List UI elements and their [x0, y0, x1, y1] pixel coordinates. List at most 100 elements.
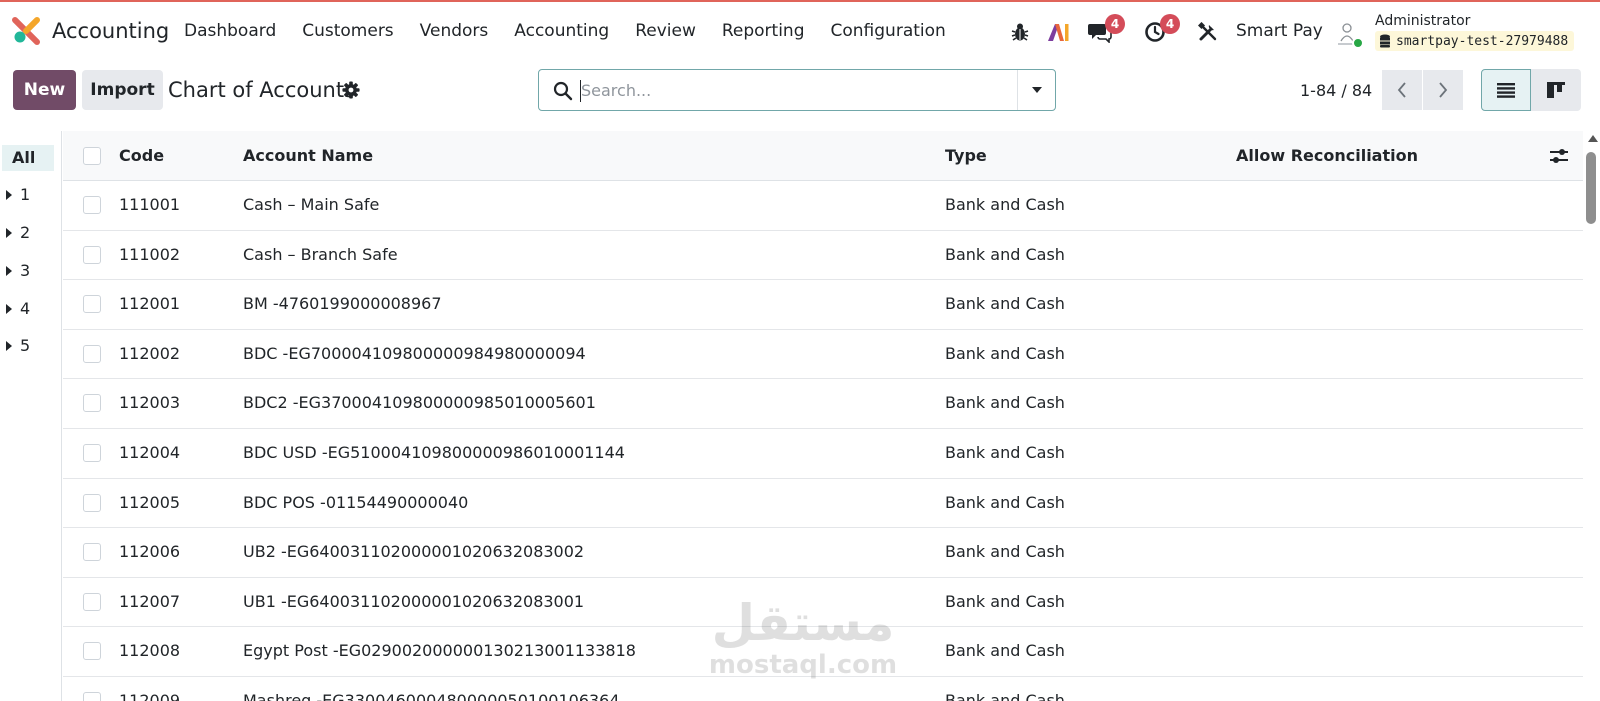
sidebar-group-1[interactable]: 1	[6, 185, 30, 204]
database-name: smartpay-test-27979488	[1396, 33, 1569, 49]
caret-right-icon	[6, 227, 12, 238]
sidebar-group-2[interactable]: 2	[6, 223, 30, 242]
table-row[interactable]: 112006 UB2 -EG640031102000001020632083002…	[63, 528, 1583, 578]
menu-dashboard[interactable]: Dashboard	[184, 21, 276, 41]
cell-account-name: BDC USD -EG510004109800000986010001144	[243, 443, 625, 462]
search-icon	[553, 81, 573, 101]
list-view-button[interactable]	[1481, 69, 1531, 111]
import-button[interactable]: Import	[82, 70, 163, 110]
cell-account-name: Cash – Branch Safe	[243, 244, 398, 264]
menu-customers[interactable]: Customers	[302, 21, 393, 41]
caret-right-icon	[6, 265, 12, 276]
table-row[interactable]: 112003 BDC2 -EG37000410980000098501000560…	[63, 379, 1583, 429]
new-button[interactable]: New	[13, 70, 76, 110]
pager-next-button[interactable]	[1423, 70, 1463, 110]
ai-button[interactable]	[1044, 14, 1072, 50]
pager-value[interactable]: 1-84 / 84	[1300, 81, 1372, 100]
menu-accounting[interactable]: Accounting	[514, 21, 609, 41]
column-header-type[interactable]: Type	[945, 146, 987, 165]
menu-vendors[interactable]: Vendors	[420, 21, 489, 41]
table-row[interactable]: 112004 BDC USD -EG51000410980000098601000…	[63, 429, 1583, 479]
scroll-up-arrow[interactable]	[1588, 135, 1598, 142]
database-icon	[1380, 34, 1390, 48]
cell-type: Bank and Cash	[945, 195, 1065, 214]
menu-reporting[interactable]: Reporting	[722, 21, 805, 41]
online-status-dot	[1352, 37, 1364, 49]
search-bar	[538, 69, 1056, 111]
table-row[interactable]: 112001 BM -4760199000008967 Bank and Cash	[63, 280, 1583, 330]
company-switcher[interactable]: Smart Pay	[1236, 21, 1323, 41]
messages-count-badge: 4	[1105, 14, 1125, 34]
cell-code: 112008	[119, 641, 181, 661]
table-row[interactable]: 112007 UB1 -EG640031102000001020632083001…	[63, 577, 1583, 628]
table-row[interactable]: 112002 BDC -EG700004109800000984980000094…	[63, 329, 1583, 380]
cell-code: 112002	[119, 343, 181, 363]
row-checkbox[interactable]	[83, 394, 101, 413]
gear-icon[interactable]	[342, 81, 360, 99]
row-checkbox[interactable]	[83, 295, 101, 314]
activities-button[interactable]: 4	[1140, 14, 1180, 50]
table-row[interactable]: 111001 Cash – Main Safe Bank and Cash	[63, 181, 1583, 231]
row-checkbox[interactable]	[83, 642, 101, 661]
row-checkbox[interactable]	[83, 344, 101, 363]
table-row[interactable]: 112008 Egypt Post -EG02900200000013021300…	[63, 627, 1583, 677]
app-logo-icon[interactable]	[12, 17, 40, 45]
row-checkbox[interactable]	[83, 245, 101, 264]
cell-type: Bank and Cash	[945, 443, 1065, 462]
sidebar-group-label: 4	[20, 299, 31, 318]
cell-account-name: Cash – Main Safe	[243, 195, 380, 214]
vertical-scrollbar-thumb[interactable]	[1586, 152, 1596, 224]
database-tag: smartpay-test-27979488	[1375, 31, 1575, 51]
table-row[interactable]: 111002 Cash – Branch Safe Bank and Cash	[63, 230, 1583, 281]
sidebar-group-3[interactable]: 3	[6, 261, 30, 280]
cell-type: Bank and Cash	[945, 492, 1065, 512]
cell-code: 111001	[119, 195, 181, 214]
sidebar-item-all[interactable]: All	[2, 145, 54, 171]
table-header: Code Account Name Type Allow Reconciliat…	[63, 131, 1583, 181]
row-checkbox[interactable]	[83, 692, 101, 701]
kanban-view-button[interactable]	[1531, 69, 1581, 111]
cell-type: Bank and Cash	[945, 591, 1065, 611]
table-row[interactable]: 112009 Mashreq -EG33004600048000005010010…	[63, 677, 1583, 701]
row-checkbox[interactable]	[83, 592, 101, 611]
column-settings-icon[interactable]	[1549, 147, 1569, 165]
tools-icon	[1198, 22, 1217, 41]
row-checkbox[interactable]	[83, 196, 101, 214]
search-input[interactable]	[581, 76, 1001, 104]
accounts-table: Code Account Name Type Allow Reconciliat…	[63, 131, 1583, 701]
pager-previous-button[interactable]	[1382, 70, 1422, 110]
sidebar-group-4[interactable]: 4	[6, 299, 30, 318]
cell-type: Bank and Cash	[945, 343, 1065, 363]
group-sidebar: All 1 2 3 4 5	[0, 131, 62, 701]
top-menu: Dashboard Customers Vendors Accounting R…	[184, 21, 972, 41]
select-all-checkbox[interactable]	[83, 147, 101, 165]
sidebar-group-label: 2	[20, 223, 31, 242]
column-header-account-name[interactable]: Account Name	[243, 146, 373, 165]
cell-code: 112003	[119, 393, 181, 413]
kanban-view-icon	[1547, 82, 1565, 98]
app-name[interactable]: Accounting	[52, 19, 169, 43]
messages-button[interactable]: 4	[1085, 14, 1125, 50]
cell-type: Bank and Cash	[945, 244, 1065, 264]
list-view-icon	[1497, 83, 1515, 98]
cell-account-name: BDC POS -01154490000040	[243, 492, 469, 512]
menu-review[interactable]: Review	[635, 21, 696, 41]
user-name[interactable]: Administrator	[1375, 13, 1470, 29]
row-checkbox[interactable]	[83, 543, 101, 562]
sidebar-group-5[interactable]: 5	[6, 336, 30, 355]
page-title: Chart of Accounts	[168, 78, 356, 102]
settings-tools-button[interactable]	[1196, 14, 1220, 50]
cell-type: Bank and Cash	[945, 393, 1065, 413]
menu-configuration[interactable]: Configuration	[831, 21, 946, 41]
row-checkbox[interactable]	[83, 444, 101, 462]
column-header-code[interactable]: Code	[119, 146, 164, 165]
table-row[interactable]: 112005 BDC POS -01154490000040 Bank and Ca…	[63, 478, 1583, 529]
chevron-right-icon	[1439, 82, 1448, 98]
cell-account-name: UB2 -EG640031102000001020632083002	[243, 542, 585, 562]
debug-button[interactable]	[1008, 14, 1032, 50]
row-checkbox[interactable]	[83, 493, 101, 512]
column-header-allow-reconciliation[interactable]: Allow Reconciliation	[1236, 146, 1418, 165]
caret-right-icon	[6, 189, 12, 200]
cell-account-name: Egypt Post -EG02900200000013021300113381…	[243, 641, 636, 661]
search-options-toggle[interactable]	[1017, 70, 1055, 110]
